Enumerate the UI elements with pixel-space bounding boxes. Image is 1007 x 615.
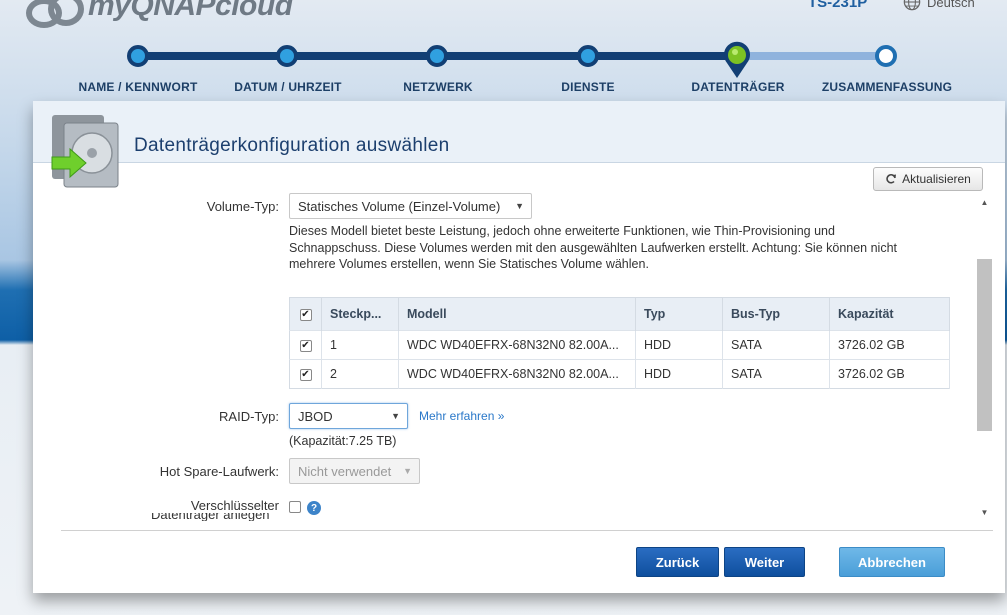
disk-config-panel: Datenträgerkonfiguration auswählen Aktua… [33,101,1005,593]
wizard-step-3-dot [426,45,448,67]
volume-type-value: Statisches Volume (Einzel-Volume) [298,198,501,214]
wizard-current-step-marker-icon [724,41,750,78]
disk-slot: 2 [321,359,399,389]
volume-type-select[interactable]: Statisches Volume (Einzel-Volume) ▼ [289,193,532,219]
raid-type-label: RAID-Typ: [219,409,279,424]
disk-capacity: 3726.02 GB [829,359,950,389]
capacity-text: (Kapazität:7.25 TB) [289,434,397,448]
wizard-step-1-dot [127,45,149,67]
panel-title: Datenträgerkonfiguration auswählen [134,135,450,156]
disk-bus: SATA [722,330,830,360]
disk-2-checkbox[interactable]: ✔ [299,368,312,381]
cloud-logo-icon [24,0,86,28]
wizard-step-4-dot [577,45,599,67]
raid-type-value: JBOD [298,408,333,424]
scroll-up-icon[interactable]: ▲ [976,195,993,209]
col-type: Typ [635,297,723,331]
globe-icon [903,0,921,11]
chevron-down-icon: ▼ [403,466,412,476]
hot-spare-label: Hot Spare-Laufwerk: [159,464,279,479]
logo-text: myQNAPcloud [88,0,293,22]
refresh-button[interactable]: Aktualisieren [873,167,983,191]
disk-bus: SATA [722,359,830,389]
disk-model: WDC WD40EFRX-68N32N0 82.00A... [398,330,636,360]
col-bus-type: Bus-Typ [722,297,830,331]
wizard-step-6-label: ZUSAMMENFASSUNG [821,80,953,94]
language-label: Deutsch [927,0,975,10]
raid-type-select[interactable]: JBOD ▼ [289,403,408,429]
language-selector[interactable]: Deutsch [903,0,975,11]
hot-spare-select[interactable]: Nicht verwendet ▼ [289,458,420,484]
wizard-step-3-label: NETZWERK [403,80,473,94]
device-model: TS-231P [808,0,868,11]
chevron-down-icon: ▼ [391,411,400,421]
select-all-checkbox[interactable]: ✔ [299,308,312,321]
hard-disk-icon [51,115,119,188]
table-row: ✔ 1 WDC WD40EFRX-68N32N0 82.00A... HDD S… [289,330,950,360]
disk-type: HDD [635,330,723,360]
scroll-down-icon[interactable]: ▼ [976,505,993,519]
volume-type-label: Volume-Typ: [206,199,279,214]
wizard-step-2-label: DATUM / UHRZEIT [234,80,342,94]
panel-scrollbar[interactable]: ▲ ▼ [976,195,993,519]
select-all-cell[interactable]: ✔ [289,297,322,331]
help-icon[interactable]: ? [307,501,321,515]
wizard-step-1-label: NAME / KENNWORT [78,80,198,94]
refresh-icon [886,174,897,184]
disk-type: HDD [635,359,723,389]
col-slot: Steckp... [321,297,399,331]
wizard-step-2-dot [276,45,298,67]
encrypted-label-continued: Datenträger anlegen [151,513,270,521]
col-model: Modell [398,297,636,331]
wizard-step-4-label: DIENSTE [561,80,615,94]
col-capacity: Kapazität [829,297,950,331]
footer-divider [61,530,993,531]
hot-spare-value: Nicht verwendet [298,463,392,479]
disk-model: WDC WD40EFRX-68N32N0 82.00A... [398,359,636,389]
back-button[interactable]: Zurück [636,547,719,577]
wizard-step-5-label: DATENTRÄGER [691,80,785,94]
next-button[interactable]: Weiter [724,547,805,577]
wizard-step-6-dot [875,45,897,67]
myqnapcloud-logo: myQNAPcloud [24,0,293,28]
disk-1-checkbox[interactable]: ✔ [299,339,312,352]
encrypted-label: Verschlüsselter [190,498,279,513]
scrollbar-thumb[interactable] [977,259,992,431]
disk-capacity: 3726.02 GB [829,330,950,360]
encrypted-checkbox[interactable] [289,501,301,513]
learn-more-link[interactable]: Mehr erfahren » [419,409,504,423]
cancel-button[interactable]: Abbrechen [839,547,945,577]
chevron-down-icon: ▼ [515,201,524,211]
disk-slot: 1 [321,330,399,360]
table-row: ✔ 2 WDC WD40EFRX-68N32N0 82.00A... HDD S… [289,359,950,389]
disk-table: ✔ Steckp... Modell Typ Bus-Typ Kapazität… [289,297,950,389]
refresh-label: Aktualisieren [902,172,971,186]
wizard-progress-bar [138,52,886,60]
volume-type-description: Dieses Modell bietet beste Leistung, jed… [289,224,898,271]
